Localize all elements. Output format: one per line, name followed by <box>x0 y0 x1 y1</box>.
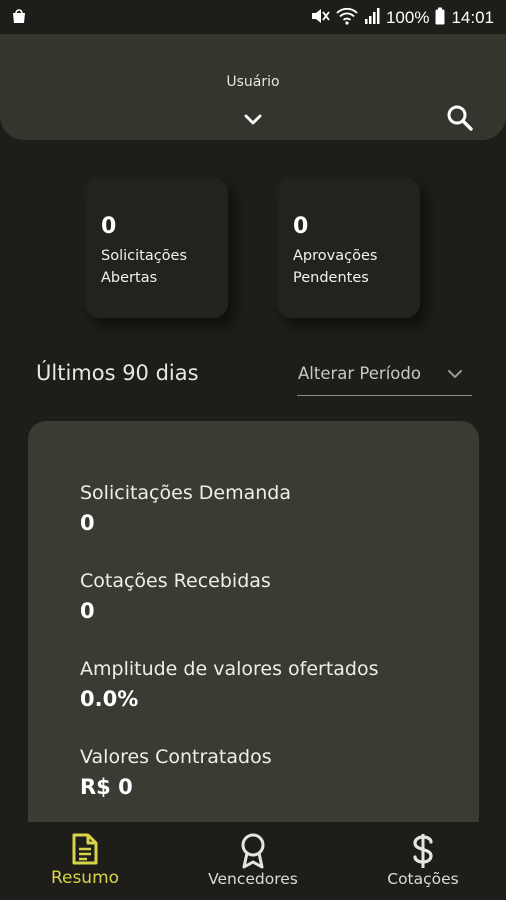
status-bar: 100% 14:01 <box>0 0 506 36</box>
battery-icon <box>435 7 445 30</box>
stat-label: Valores Contratados <box>80 746 272 768</box>
user-header: Usuário <box>0 34 506 140</box>
document-icon <box>70 832 100 870</box>
chevron-down-icon <box>446 366 464 385</box>
open-requests-card[interactable]: 0 Solicitações Abertas <box>86 178 228 318</box>
stat-label: Cotações Recebidas <box>80 570 271 592</box>
nav-label: Vencedores <box>208 870 298 888</box>
card-label-line: Aprovações <box>293 248 378 264</box>
card-label-line: Solicitações <box>101 248 188 264</box>
open-requests-count: 0 <box>101 214 117 239</box>
open-requests-label: Solicitações Abertas <box>101 245 225 289</box>
bag-icon <box>10 7 28 30</box>
stats-panel: Solicitações Demanda 0 Cotações Recebida… <box>28 421 479 841</box>
award-icon <box>238 832 268 874</box>
nav-label: Cotações <box>387 870 459 888</box>
period-select[interactable]: Alterar Período <box>297 362 472 396</box>
stat-value: 0 <box>80 599 95 623</box>
signal-icon <box>364 7 380 30</box>
stat-received-quotes: Cotações Recebidas 0 <box>80 569 271 623</box>
card-label-line: Pendentes <box>293 270 369 286</box>
stat-label: Solicitações Demanda <box>80 482 291 504</box>
pending-approvals-card[interactable]: 0 Aprovações Pendentes <box>278 178 420 318</box>
bottom-nav: Resumo Vencedores Cotações <box>0 822 506 900</box>
nav-cotacoes[interactable]: Cotações <box>368 822 478 900</box>
pending-approvals-label: Aprovações Pendentes <box>293 245 417 289</box>
pending-approvals-count: 0 <box>293 214 309 239</box>
stat-label: Amplitude de valores ofertados <box>80 658 379 680</box>
chevron-down-icon[interactable] <box>243 112 263 131</box>
nav-label: Resumo <box>50 868 120 888</box>
period-select-label: Alterar Período <box>298 364 421 383</box>
stat-offer-range: Amplitude de valores ofertados 0.0% <box>80 657 379 711</box>
nav-vencedores[interactable]: Vencedores <box>198 822 308 900</box>
status-indicators: 100% 14:01 <box>310 7 494 30</box>
stat-value: R$ 0 <box>80 775 133 799</box>
stat-contracted-values: Valores Contratados R$ 0 <box>80 745 272 799</box>
mute-icon <box>310 7 330 30</box>
header-title: Usuário <box>226 74 280 90</box>
stat-demand-requests: Solicitações Demanda 0 <box>80 481 291 535</box>
stat-value: 0 <box>80 511 95 535</box>
search-icon[interactable] <box>446 104 474 136</box>
nav-resumo[interactable]: Resumo <box>30 822 140 900</box>
dollar-icon <box>410 832 436 874</box>
period-title: Últimos 90 dias <box>36 361 199 385</box>
card-label-line: Abertas <box>101 270 158 286</box>
battery-percent: 100% <box>385 8 430 27</box>
wifi-icon <box>336 7 358 30</box>
clock: 14:01 <box>451 8 494 27</box>
stat-value: 0.0% <box>80 687 139 711</box>
